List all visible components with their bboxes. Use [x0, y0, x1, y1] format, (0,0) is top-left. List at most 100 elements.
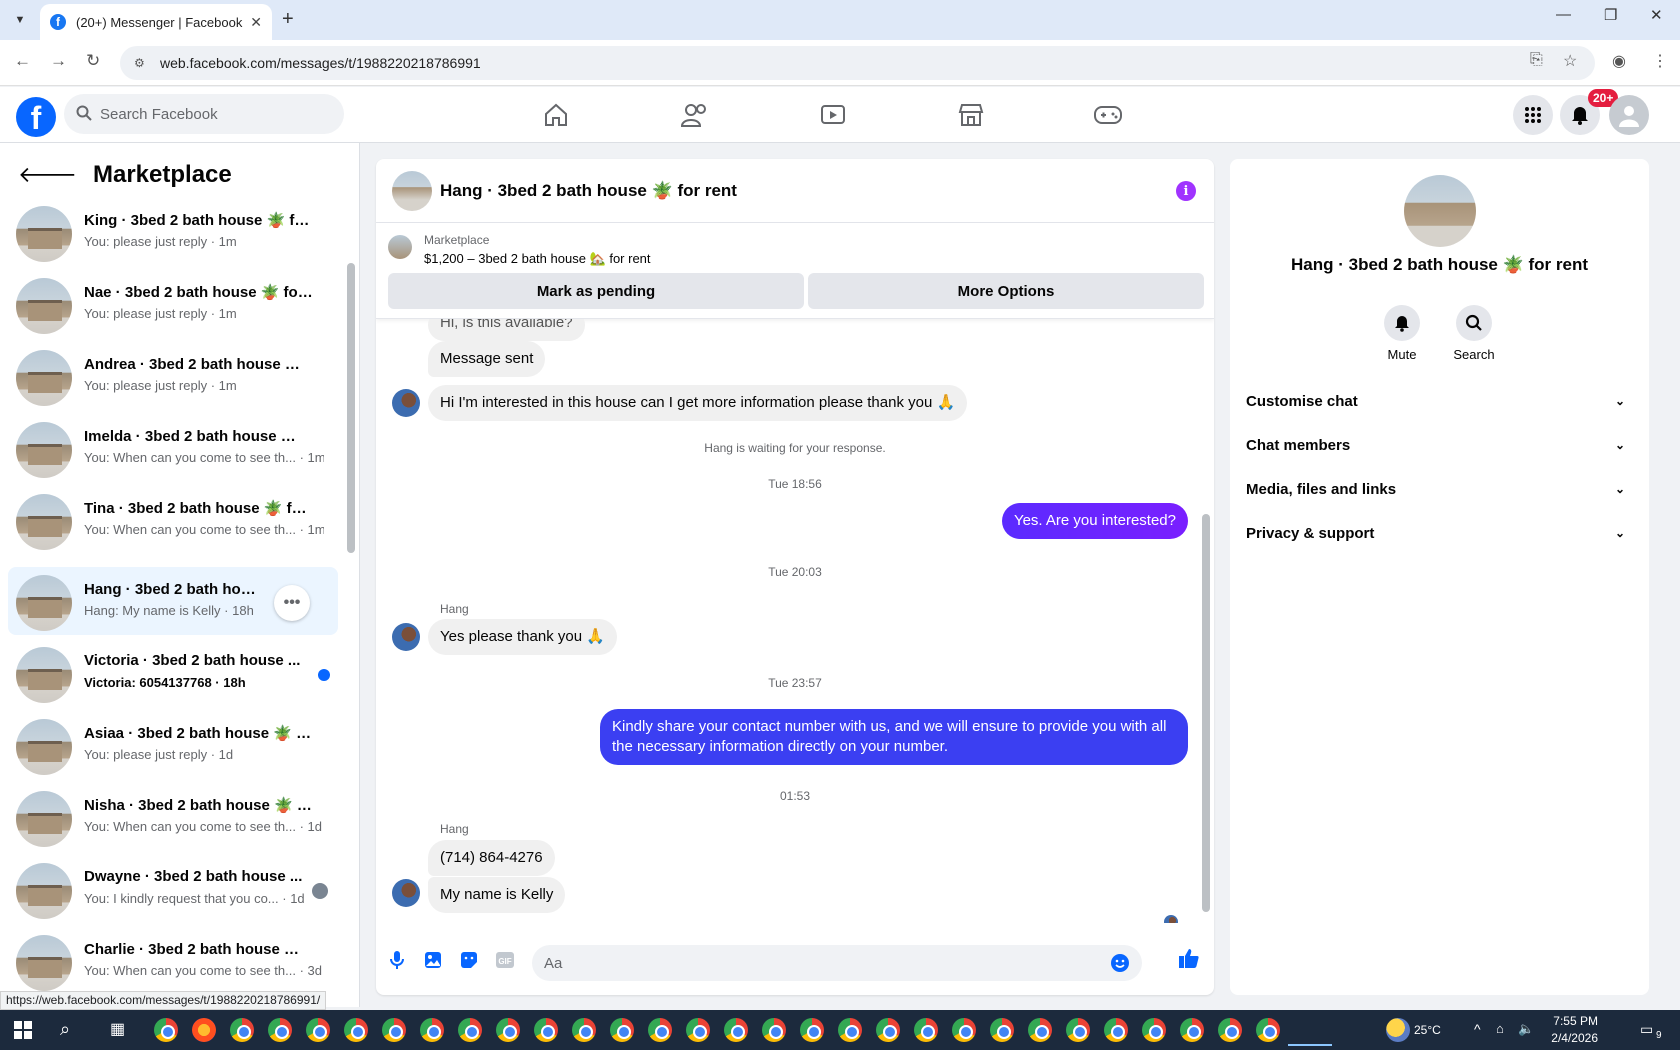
speaker-icon[interactable]: 🔈	[1518, 1021, 1534, 1037]
chrome-taskbar-icon[interactable]	[724, 1018, 748, 1042]
new-tab-icon[interactable]: +	[282, 8, 294, 31]
task-view-icon[interactable]: ▦	[110, 1019, 125, 1039]
facebook-logo-icon[interactable]: f	[16, 97, 56, 137]
taskbar-search-icon[interactable]: ⌕	[60, 1019, 70, 1040]
mute-button[interactable]: Mute	[1362, 305, 1442, 362]
chrome-taskbar-icon[interactable]	[230, 1018, 254, 1042]
listing-thumbnail[interactable]	[388, 235, 412, 259]
close-tab-icon[interactable]: ✕	[250, 14, 262, 31]
chat-members-row[interactable]: Chat members ⌄	[1246, 423, 1633, 467]
conversation-item[interactable]: Andrea · 3bed 2 bath house 🪴 f... You: p…	[8, 342, 338, 410]
chrome-taskbar-icon[interactable]	[268, 1018, 292, 1042]
chrome-taskbar-icon[interactable]	[952, 1018, 976, 1042]
firefox-taskbar-icon[interactable]	[192, 1018, 216, 1042]
hang-avatar[interactable]	[392, 623, 420, 651]
chrome-taskbar-icon[interactable]	[306, 1018, 330, 1042]
reload-icon[interactable]: ↻	[86, 51, 100, 71]
back-icon[interactable]: ←	[14, 51, 31, 71]
conversation-item[interactable]: Imelda · 3bed 2 bath house 🪴 f... You: W…	[8, 414, 338, 482]
chat-avatar[interactable]	[392, 171, 432, 211]
clock-date[interactable]: 2/4/2026	[1538, 1031, 1598, 1045]
menu-grid-icon[interactable]	[1513, 95, 1553, 135]
marketplace-icon[interactable]	[955, 99, 987, 131]
microphone-icon[interactable]	[386, 949, 408, 971]
more-options-button[interactable]: More Options	[808, 273, 1204, 309]
chrome-taskbar-icon[interactable]	[1180, 1018, 1204, 1042]
network-icon[interactable]: ⌂	[1496, 1021, 1504, 1036]
browser-menu-icon[interactable]: ⋮	[1652, 51, 1668, 71]
conversation-item[interactable]: Dwayne · 3bed 2 bath house ... You: I ki…	[8, 855, 338, 923]
conversation-item[interactable]: Victoria · 3bed 2 bath house ... Victori…	[8, 639, 338, 707]
conversation-item[interactable]: Nae · 3bed 2 bath house 🪴 for ... You: p…	[8, 270, 338, 338]
gaming-icon[interactable]	[1092, 99, 1124, 131]
chat-title[interactable]: Hang · 3bed 2 bath house 🪴 for rent	[440, 181, 737, 201]
sidebar-scrollbar[interactable]	[347, 263, 355, 553]
chrome-taskbar-icon[interactable]	[762, 1018, 786, 1042]
chrome-taskbar-icon[interactable]	[382, 1018, 406, 1042]
notification-center-icon[interactable]: ▭	[1640, 1021, 1653, 1038]
chrome-taskbar-icon[interactable]	[1028, 1018, 1052, 1042]
customise-chat-row[interactable]: Customise chat ⌄	[1246, 379, 1633, 423]
account-avatar[interactable]	[1609, 95, 1649, 135]
message-input[interactable]: Aa	[532, 945, 1142, 981]
windows-start-icon[interactable]	[14, 1021, 32, 1039]
chrome-taskbar-icon[interactable]	[1104, 1018, 1128, 1042]
conversation-item[interactable]: King · 3bed 2 bath house 🪴 for ... You: …	[8, 198, 338, 266]
chrome-taskbar-icon[interactable]	[1066, 1018, 1090, 1042]
chrome-taskbar-icon[interactable]	[344, 1018, 368, 1042]
info-icon[interactable]: i	[1176, 181, 1196, 201]
address-bar[interactable]: ⚙ web.facebook.com/messages/t/1988220218…	[120, 46, 1595, 80]
mark-as-pending-button[interactable]: Mark as pending	[388, 273, 804, 309]
chrome-taskbar-icon[interactable]	[534, 1018, 558, 1042]
chrome-taskbar-icon[interactable]	[876, 1018, 900, 1042]
hang-avatar[interactable]	[392, 389, 420, 417]
video-icon[interactable]	[817, 99, 849, 131]
chrome-taskbar-icon[interactable]	[648, 1018, 672, 1042]
bookmark-star-icon[interactable]: ☆	[1563, 51, 1577, 71]
media-files-links-row[interactable]: Media, files and links ⌄	[1246, 467, 1633, 511]
chrome-taskbar-icon[interactable]	[420, 1018, 444, 1042]
conversation-item-active[interactable]: Hang · 3bed 2 bath house 🪴 ... Hang: My …	[8, 567, 338, 635]
search-in-chat-button[interactable]: Search	[1434, 305, 1514, 362]
emoji-icon[interactable]	[1110, 953, 1130, 977]
conversation-item[interactable]: Asiaa · 3bed 2 bath house 🪴 for... You: …	[8, 711, 338, 779]
chrome-taskbar-icon[interactable]	[610, 1018, 634, 1042]
privacy-support-row[interactable]: Privacy & support ⌄	[1246, 511, 1633, 555]
chrome-taskbar-icon[interactable]	[1142, 1018, 1166, 1042]
site-info-icon[interactable]: ⚙	[134, 56, 148, 70]
conversation-item[interactable]: Charlie · 3bed 2 bath house 🪴 f... You: …	[8, 927, 338, 995]
hang-avatar[interactable]	[392, 879, 420, 907]
chrome-taskbar-icon[interactable]	[458, 1018, 482, 1042]
conversation-item[interactable]: Nisha · 3bed 2 bath house 🪴 fo... You: W…	[8, 783, 338, 851]
tab-list-icon[interactable]: ▼	[8, 8, 32, 32]
chrome-taskbar-icon[interactable]	[572, 1018, 596, 1042]
back-arrow-icon[interactable]: 🡐	[18, 162, 77, 188]
chrome-taskbar-icon[interactable]	[914, 1018, 938, 1042]
search-facebook-input[interactable]: Search Facebook	[64, 94, 344, 134]
profile-icon[interactable]: ◉	[1612, 51, 1626, 71]
chrome-taskbar-icon[interactable]	[838, 1018, 862, 1042]
details-avatar[interactable]	[1404, 175, 1476, 247]
chrome-taskbar-icon[interactable]	[1218, 1018, 1242, 1042]
chrome-taskbar-icon[interactable]	[800, 1018, 824, 1042]
chrome-taskbar-icon[interactable]	[1256, 1018, 1280, 1042]
gif-icon[interactable]: GIF	[494, 949, 516, 971]
more-options-icon[interactable]: •••	[274, 585, 310, 621]
photo-icon[interactable]	[422, 949, 444, 971]
browser-tab[interactable]: f (20+) Messenger | Facebook ✕	[40, 4, 272, 40]
forward-icon[interactable]: →	[50, 51, 67, 71]
home-icon[interactable]	[540, 99, 572, 131]
tray-chevron-icon[interactable]: ^	[1474, 1021, 1481, 1037]
chrome-taskbar-icon[interactable]	[496, 1018, 520, 1042]
install-app-icon[interactable]: ⎘	[1530, 51, 1543, 69]
sticker-icon[interactable]	[458, 949, 480, 971]
chat-scrollbar[interactable]	[1202, 514, 1210, 912]
friends-icon[interactable]	[679, 99, 711, 131]
close-window-icon[interactable]: ✕	[1650, 6, 1663, 24]
weather-icon[interactable]	[1386, 1018, 1410, 1042]
restore-icon[interactable]: ❐	[1604, 6, 1617, 24]
like-thumb-icon[interactable]	[1178, 947, 1200, 969]
chrome-taskbar-icon[interactable]	[154, 1018, 178, 1042]
chrome-taskbar-icon[interactable]	[686, 1018, 710, 1042]
chrome-taskbar-icon[interactable]	[990, 1018, 1014, 1042]
